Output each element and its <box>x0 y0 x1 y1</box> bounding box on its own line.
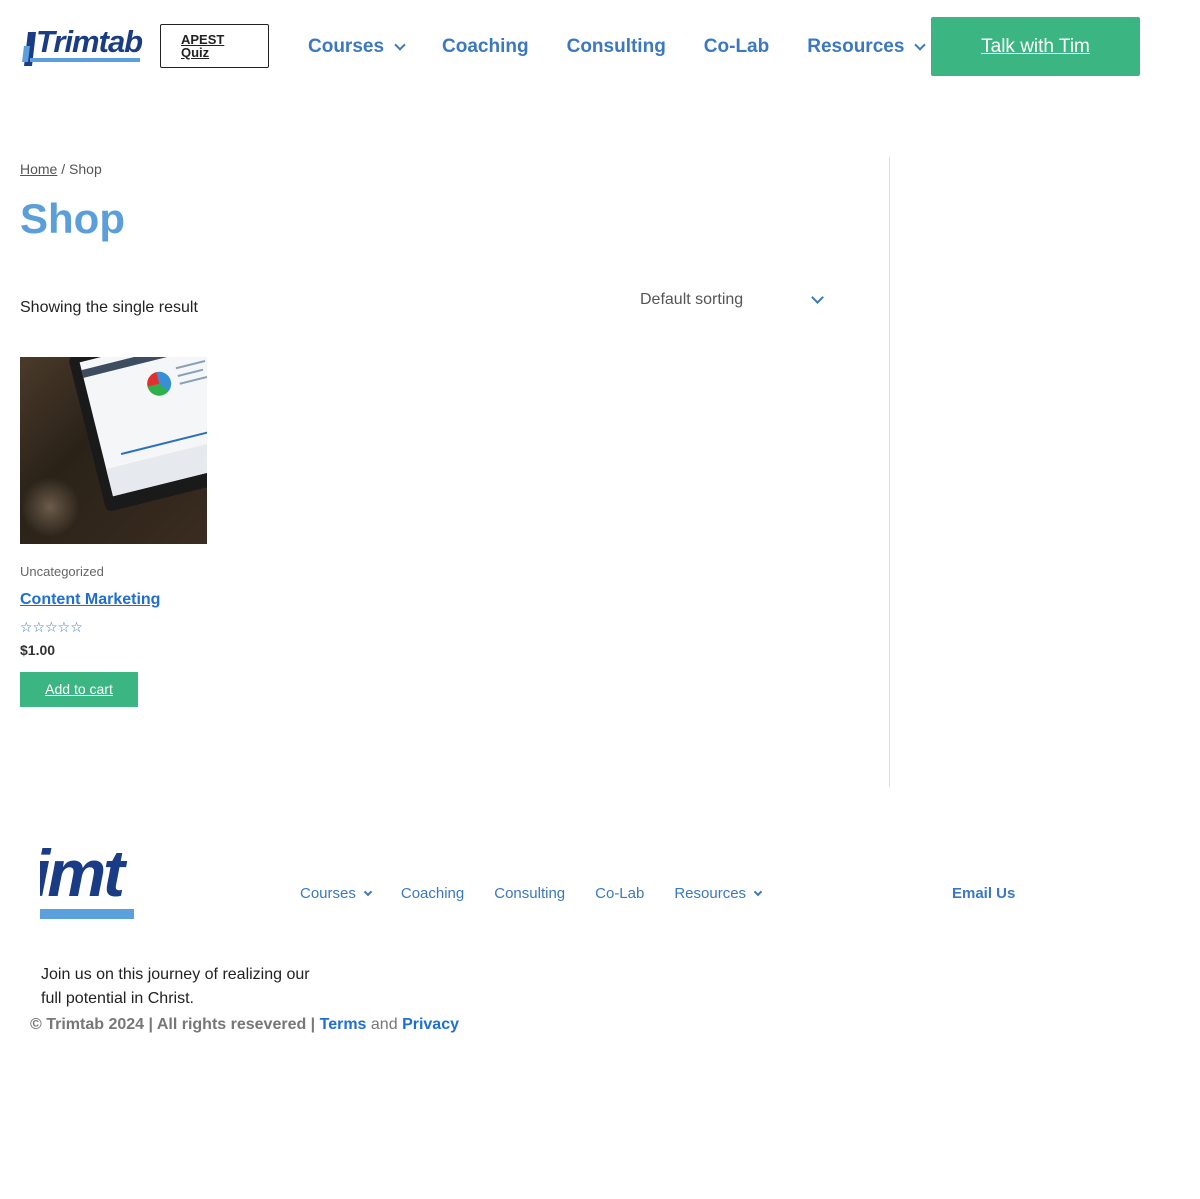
footer-nav-consulting[interactable]: Consulting <box>494 885 565 902</box>
page-title: Shop <box>20 195 125 242</box>
footer-nav-label: Co-Lab <box>595 885 645 902</box>
apest-quiz-button[interactable]: APEST Quiz <box>160 24 269 68</box>
background-blur <box>20 477 80 537</box>
tablet-screen <box>79 357 207 497</box>
footer-tagline: Join us on this journey of realizing our… <box>41 966 310 1007</box>
pie-chart-icon <box>144 369 174 399</box>
tablet-illustration <box>68 357 207 513</box>
email-us-link[interactable]: Email Us <box>952 885 1015 902</box>
footer-nav-resources[interactable]: Resources <box>674 885 763 902</box>
logo-underline <box>30 58 140 62</box>
footer-nav-courses[interactable]: Courses <box>300 885 373 902</box>
legend-line <box>175 359 206 370</box>
breadcrumb: Home / Shop <box>20 161 102 177</box>
nav-item-label: Co-Lab <box>703 36 770 57</box>
nav-item-resources[interactable]: Resources <box>807 34 927 60</box>
footer-nav-colab[interactable]: Co-Lab <box>595 885 644 902</box>
star-rating-icon: ☆☆☆☆☆ <box>20 619 83 635</box>
copyright: © Trimtab 2024 | All rights resevered | … <box>30 1016 459 1034</box>
breadcrumb-separator: / <box>61 161 66 177</box>
main-nav: Courses Coaching Consulting Co-Lab Resou… <box>308 34 962 60</box>
terms-link[interactable]: Terms <box>320 1016 367 1033</box>
chevron-down-icon <box>753 887 763 896</box>
sidebar-divider <box>889 157 890 787</box>
screen-header-bar <box>81 357 207 378</box>
privacy-link[interactable]: Privacy <box>402 1016 459 1033</box>
breadcrumb-home-link[interactable]: Home <box>20 161 57 177</box>
footer-nav: Courses Coaching Consulting Co-Lab Resou… <box>300 885 791 902</box>
product-image[interactable] <box>20 357 207 544</box>
footer-nav-coaching[interactable]: Coaching <box>401 885 464 902</box>
product-title-link[interactable]: Content Marketing <box>20 591 207 609</box>
product-card: Uncategorized Content Marketing ☆☆☆☆☆ $1… <box>20 357 207 707</box>
copyright-text: © Trimtab 2024 | All rights resevered | <box>30 1016 316 1033</box>
site-header: Trimtab APEST Quiz Courses Coaching Cons… <box>0 0 1200 95</box>
nav-item-courses[interactable]: Courses <box>308 34 406 60</box>
trimtab-logo[interactable]: Trimtab <box>22 24 143 68</box>
add-to-cart-button[interactable]: Add to cart <box>20 672 138 707</box>
result-count: Showing the single result <box>20 299 198 316</box>
sort-select[interactable]: Default sorting <box>630 283 830 319</box>
footer-nav-label: Resources <box>674 885 747 902</box>
chevron-down-icon <box>811 291 824 304</box>
breadcrumb-current: Shop <box>69 161 102 177</box>
footer-logo-text: imt <box>40 845 125 910</box>
copyright-and: and <box>370 1016 398 1033</box>
product-category: Uncategorized <box>20 564 104 579</box>
footer-logo-underline <box>40 909 134 919</box>
chevron-down-icon <box>363 887 373 896</box>
footer-nav-label: Courses <box>300 885 356 902</box>
footer-nav-label: Coaching <box>400 885 465 902</box>
nav-item-label: Resources <box>807 36 905 57</box>
talk-with-tim-button[interactable]: Talk with Tim <box>931 17 1140 76</box>
chevron-down-icon <box>394 39 406 51</box>
footer-nav-label: Consulting <box>494 885 566 902</box>
nav-item-colab[interactable]: Co-Lab <box>704 34 769 60</box>
nav-item-label: Coaching <box>442 36 529 57</box>
legend-line <box>177 368 204 377</box>
logo-text: Trimtab <box>36 24 143 59</box>
nav-item-label: Consulting <box>566 36 666 57</box>
sort-selected-value: Default sorting <box>640 291 744 308</box>
footer-logo[interactable]: imt <box>40 845 134 921</box>
nav-item-coaching[interactable]: Coaching <box>442 34 529 60</box>
shop-main: Home / Shop Shop Showing the single resu… <box>20 157 830 787</box>
legend-line <box>179 376 207 385</box>
nav-item-label: Courses <box>308 36 385 57</box>
chevron-down-icon <box>914 39 927 51</box>
product-price: $1.00 <box>20 642 56 658</box>
nav-item-consulting[interactable]: Consulting <box>567 34 666 60</box>
